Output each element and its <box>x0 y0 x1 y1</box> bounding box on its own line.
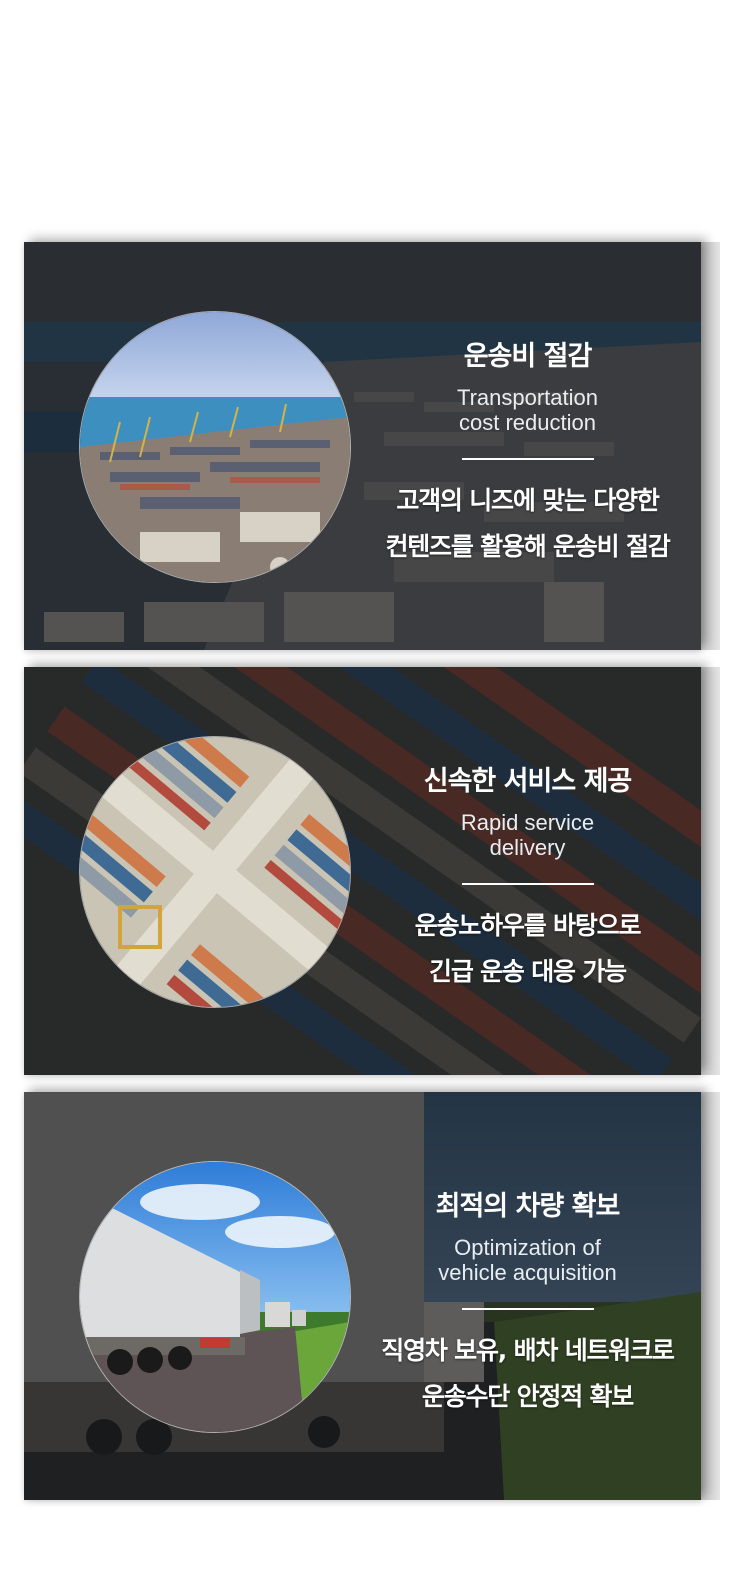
card-title: 신속한 서비스 제공 <box>423 766 633 797</box>
card-title: 최적의 차량 확보 <box>435 1191 621 1222</box>
card-subtitle-line2: delivery <box>489 835 566 860</box>
card-edge <box>701 1092 720 1500</box>
feature-card-cost-reduction: 운송비 절감 Transportation cost reduction 고객의… <box>24 242 701 650</box>
card-description-line1: 운송노하우를 바탕으로 <box>414 911 642 940</box>
card-subtitle-line2: vehicle acquisition <box>438 1260 617 1285</box>
card-text-block: 최적의 차량 확보 Optimization of vehicle acquis… <box>354 1092 701 1500</box>
card-description-line1: 직영차 보유, 배차 네트워크로 <box>381 1336 675 1365</box>
divider-line <box>462 1308 594 1310</box>
card-edge <box>701 667 720 1075</box>
card-subtitle-line2: cost reduction <box>459 410 596 435</box>
container-yard-image <box>79 736 351 1008</box>
card-description-line2: 운송수단 안정적 확보 <box>421 1382 634 1411</box>
card-text-block: 신속한 서비스 제공 Rapid service delivery 운송노하우를… <box>354 667 701 1075</box>
divider-line <box>462 458 594 460</box>
port-aerial-image <box>79 311 351 583</box>
card-edge <box>701 242 720 650</box>
feature-card-vehicle-acquisition: 최적의 차량 확보 Optimization of vehicle acquis… <box>24 1092 701 1500</box>
card-subtitle-line1: Rapid service <box>460 810 595 835</box>
card-description-line2: 컨텐즈를 활용해 운송비 절감 <box>385 532 670 561</box>
card-subtitle-line1: Optimization of <box>454 1235 601 1260</box>
card-title: 운송비 절감 <box>463 341 593 372</box>
truck-convoy-image <box>79 1161 351 1433</box>
card-description-line2: 긴급 운송 대응 가능 <box>429 957 627 986</box>
card-text-block: 운송비 절감 Transportation cost reduction 고객의… <box>354 242 701 650</box>
divider-line <box>462 883 594 885</box>
feature-card-rapid-service: 신속한 서비스 제공 Rapid service delivery 운송노하우를… <box>24 667 701 1075</box>
card-subtitle-line1: Transportation <box>456 385 599 410</box>
card-description-line1: 고객의 니즈에 맞는 다양한 <box>396 486 660 515</box>
